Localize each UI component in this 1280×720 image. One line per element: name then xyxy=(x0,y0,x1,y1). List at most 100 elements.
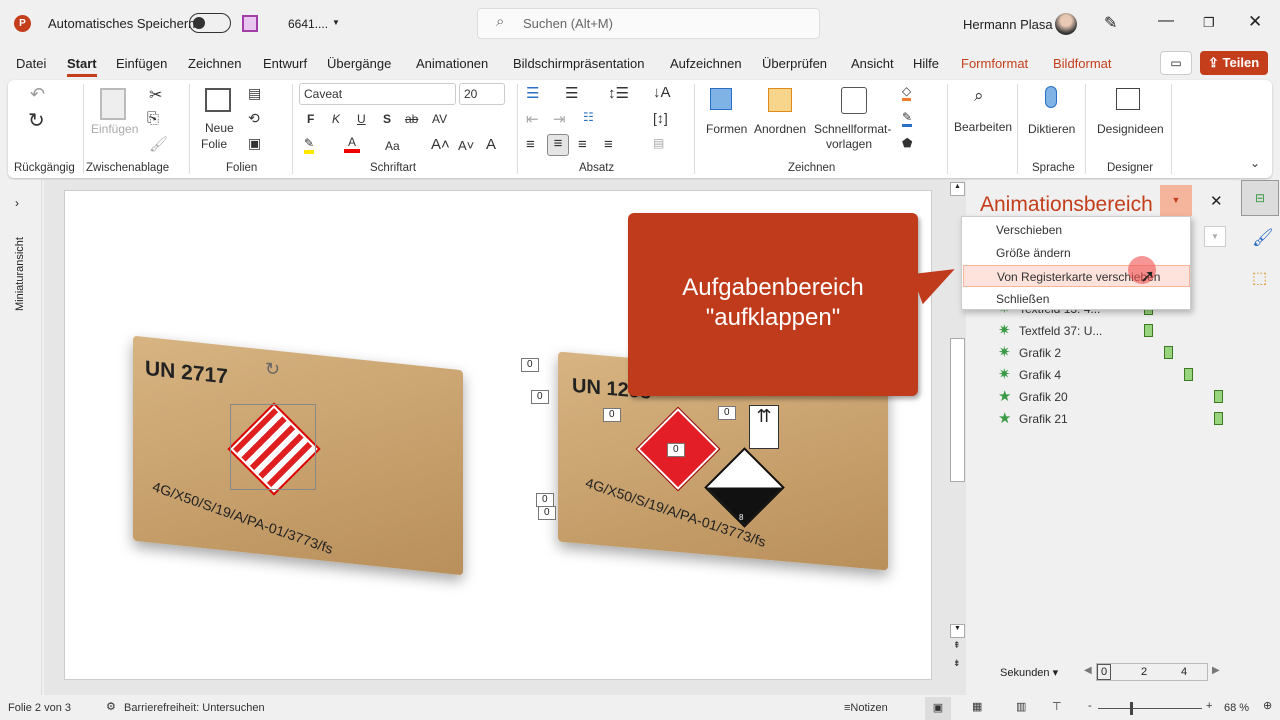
find-icon[interactable]: ⌕ xyxy=(974,86,984,106)
strikethrough-button[interactable]: ab xyxy=(405,112,418,126)
timing-bar[interactable] xyxy=(1184,368,1193,381)
tab-uebergaenge[interactable]: Übergänge xyxy=(327,56,391,71)
bold-button[interactable]: F xyxy=(307,112,314,126)
animation-tag[interactable]: 0 xyxy=(536,493,554,507)
selection-pane-icon[interactable]: ⬚ xyxy=(1252,268,1267,288)
format-painter-icon[interactable]: 🖌 xyxy=(149,135,168,153)
font-select[interactable]: Caveat xyxy=(299,83,456,105)
design-ideas-button[interactable]: Designideen xyxy=(1097,122,1164,136)
fill-icon[interactable]: ◇ xyxy=(902,84,912,101)
expand-thumbnails-icon[interactable]: › xyxy=(15,196,19,210)
tab-ueberpruefen[interactable]: Überprüfen xyxy=(762,56,827,71)
animation-item[interactable]: ★ Grafik 21 xyxy=(998,411,1228,430)
line-spacing-icon[interactable]: ↕☰ xyxy=(608,84,629,102)
timeline-ruler[interactable]: 0 2 4 xyxy=(1096,663,1208,681)
undo-icon[interactable]: ↶ xyxy=(30,84,45,105)
tab-animationen[interactable]: Animationen xyxy=(416,56,488,71)
timeline-left-icon[interactable]: ◀ xyxy=(1084,665,1092,676)
new-slide-label-2[interactable]: Folie xyxy=(201,137,227,151)
dictate-button[interactable]: Diktieren xyxy=(1028,122,1075,136)
animation-tag[interactable]: 0 xyxy=(521,358,539,372)
share-button[interactable]: ⇪ Teilen xyxy=(1200,51,1268,75)
rotate-handle-icon[interactable]: ↻ xyxy=(265,359,280,380)
reading-view-button[interactable]: ▥ xyxy=(1016,700,1026,713)
decrease-indent-icon[interactable]: ⇤ xyxy=(526,110,539,128)
animation-tag[interactable]: 0 xyxy=(603,408,621,422)
slideshow-button[interactable]: ⊤ xyxy=(1052,700,1062,713)
accessibility-icon[interactable]: ⚙ xyxy=(106,700,116,713)
font-color-icon[interactable]: A xyxy=(344,135,360,153)
underline-button[interactable]: U xyxy=(357,112,366,126)
zoom-level[interactable]: 68 % xyxy=(1224,702,1249,714)
italic-button[interactable]: K xyxy=(332,112,340,126)
filename[interactable]: 6641.... xyxy=(288,17,328,31)
align-right-icon[interactable]: ≡ xyxy=(578,136,587,153)
columns-icon[interactable]: ☷ xyxy=(583,110,594,124)
copy-icon[interactable]: ⎘ xyxy=(147,110,159,127)
animation-tag[interactable]: 0 xyxy=(531,390,549,404)
arrange-icon[interactable] xyxy=(768,88,792,112)
animation-item[interactable]: ✷ Grafik 2 xyxy=(998,345,1228,364)
animation-pane-toggle-icon[interactable]: ⊟ xyxy=(1241,180,1279,216)
quick-styles-icon[interactable] xyxy=(841,87,867,114)
scroll-up-button[interactable]: ▲ xyxy=(950,182,965,196)
bullets-icon[interactable]: ☰ xyxy=(526,84,539,102)
menu-item-schliessen[interactable]: Schließen xyxy=(963,288,1190,310)
char-spacing-button[interactable]: AV xyxy=(432,112,447,126)
change-case-button[interactable]: Aa xyxy=(385,139,400,153)
tab-formformat[interactable]: Formformat xyxy=(961,56,1028,71)
align-left-icon[interactable]: ≡ xyxy=(526,136,535,153)
arrange-button[interactable]: Anordnen xyxy=(754,122,806,136)
tab-einfuegen[interactable]: Einfügen xyxy=(116,56,167,71)
font-size-select[interactable]: 20 xyxy=(459,83,505,105)
quick-styles-label-2[interactable]: vorlagen xyxy=(826,137,872,151)
tab-ansicht[interactable]: Ansicht xyxy=(851,56,894,71)
section-icon[interactable]: ▣ xyxy=(248,135,261,152)
seconds-dropdown[interactable]: Sekunden ▾ xyxy=(1000,666,1058,679)
close-icon[interactable]: ✕ xyxy=(1248,12,1262,32)
selection-box[interactable] xyxy=(230,404,316,490)
normal-view-button[interactable]: ▣ xyxy=(925,697,951,720)
animation-item[interactable]: ✷ Textfeld 37: U... xyxy=(998,323,1228,342)
minimize-icon[interactable]: — xyxy=(1158,12,1174,30)
play-dropdown[interactable]: ▼ xyxy=(1204,226,1226,247)
numbering-icon[interactable]: ☰ xyxy=(565,84,578,102)
redo-icon[interactable]: ↻ xyxy=(28,108,45,133)
paste-icon[interactable] xyxy=(100,88,126,120)
tab-entwurf[interactable]: Entwurf xyxy=(263,56,307,71)
tab-bildformat[interactable]: Bildformat xyxy=(1053,56,1112,71)
reset-icon[interactable]: ⟲ xyxy=(248,110,260,127)
next-slide-icon[interactable]: ⇟ xyxy=(953,658,961,669)
new-slide-icon[interactable] xyxy=(205,88,231,112)
new-slide-label-1[interactable]: Neue xyxy=(205,121,234,135)
timing-bar[interactable] xyxy=(1164,346,1173,359)
shadow-button[interactable]: S xyxy=(383,112,391,126)
filename-chevron-icon[interactable]: ▼ xyxy=(332,18,340,27)
justify-icon[interactable]: ≡ xyxy=(604,136,613,153)
pane-options-dropdown[interactable]: ▼ xyxy=(1160,185,1192,216)
previous-slide-icon[interactable]: ⇞ xyxy=(953,640,961,651)
pen-icon[interactable]: ✎ xyxy=(1104,13,1117,33)
edit-button[interactable]: Bearbeiten xyxy=(954,120,1012,134)
zoom-in-button[interactable]: + xyxy=(1206,700,1212,712)
menu-item-verschieben[interactable]: Verschieben xyxy=(963,219,1190,241)
animation-tag[interactable]: 0 xyxy=(538,506,556,520)
animation-tag[interactable]: 0 xyxy=(667,443,685,457)
tab-bildschirmpraesentation[interactable]: Bildschirmpräsentation xyxy=(513,56,645,71)
designer-icon[interactable] xyxy=(1116,88,1140,110)
quick-styles-label-1[interactable]: Schnellformat- xyxy=(814,122,891,136)
menu-item-groesse-aendern[interactable]: Größe ändern xyxy=(963,242,1190,264)
timeline-right-icon[interactable]: ▶ xyxy=(1212,665,1220,676)
comments-button[interactable]: ▭ xyxy=(1160,51,1192,75)
tab-hilfe[interactable]: Hilfe xyxy=(913,56,939,71)
animation-tag[interactable]: 0 xyxy=(718,406,736,420)
shrink-font-icon[interactable]: A˅ xyxy=(458,138,474,153)
animation-item[interactable]: ★ Grafik 20 xyxy=(998,389,1228,408)
tab-aufzeichnen[interactable]: Aufzeichnen xyxy=(670,56,742,71)
timing-bar[interactable] xyxy=(1214,390,1223,403)
cut-icon[interactable]: ✂ xyxy=(149,85,162,105)
shapes-icon[interactable] xyxy=(710,88,732,110)
animation-item[interactable]: ✷ Grafik 4 xyxy=(998,367,1228,386)
scroll-thumb[interactable] xyxy=(950,338,965,482)
align-center-icon[interactable]: ≡ xyxy=(547,134,569,156)
